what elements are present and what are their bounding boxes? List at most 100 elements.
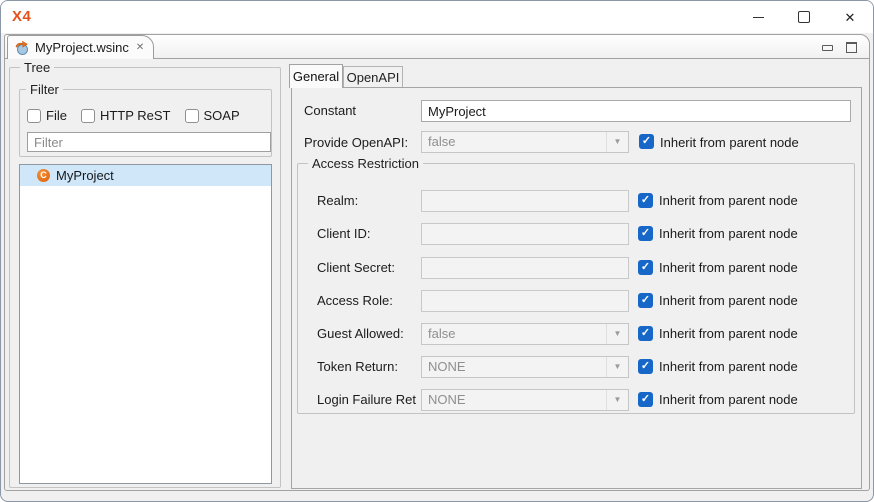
- app-logo: X4: [12, 8, 31, 25]
- app-window: X4 ✕ MyProject.wsinc: [0, 0, 874, 502]
- access-role-inherit-checkbox[interactable]: ✓: [638, 293, 653, 308]
- title-bar: X4 ✕: [1, 1, 873, 33]
- access-role-row: Access Role: ✓ Inherit from parent node: [298, 290, 854, 312]
- filter-group-label: Filter: [26, 82, 63, 97]
- filter-checkbox-file[interactable]: [27, 109, 41, 123]
- guest-allowed-inherit-label: Inherit from parent node: [659, 323, 798, 345]
- realm-inherit-checkbox[interactable]: ✓: [638, 193, 653, 208]
- view-maximize-icon: [846, 42, 857, 53]
- realm-row: Realm: ✓ Inherit from parent node: [298, 190, 854, 212]
- filter-checkbox-file-label: File: [46, 108, 67, 123]
- filter-checkbox-soap[interactable]: [185, 109, 199, 123]
- tab-close-icon[interactable]: ✕: [136, 42, 144, 53]
- close-icon: ✕: [845, 11, 856, 24]
- access-role-label: Access Role:: [317, 290, 393, 312]
- realm-input[interactable]: [421, 190, 629, 212]
- client-id-inherit-label: Inherit from parent node: [659, 223, 798, 245]
- realm-inherit-label: Inherit from parent node: [659, 190, 798, 212]
- guest-allowed-inherit-checkbox[interactable]: ✓: [638, 326, 653, 341]
- token-return-dropdown[interactable]: NONE ▼: [421, 356, 629, 378]
- filter-group: Filter File HTTP ReST SOAP: [19, 89, 272, 157]
- access-role-inherit-label: Inherit from parent node: [659, 290, 798, 312]
- dropdown-button: ▼: [606, 390, 628, 410]
- window-maximize-button[interactable]: [781, 1, 827, 33]
- project-tree: C MyProject: [19, 164, 272, 484]
- client-secret-label: Client Secret:: [317, 257, 395, 279]
- constant-label: Constant: [304, 100, 356, 122]
- editor-tab-label: MyProject.wsinc: [35, 40, 129, 55]
- tab-general-label: General: [293, 69, 339, 84]
- window-minimize-button[interactable]: [735, 1, 781, 33]
- provide-openapi-label: Provide OpenAPI:: [304, 132, 408, 154]
- general-tab-panel: Constant Provide OpenAPI: false ▼ ✓ Inhe…: [291, 87, 862, 489]
- provide-openapi-value: false: [422, 132, 606, 152]
- dropdown-button: ▼: [606, 132, 628, 152]
- check-icon: ✓: [641, 194, 650, 206]
- tab-openapi-label: OpenAPI: [347, 70, 400, 85]
- check-icon: ✓: [641, 261, 650, 273]
- filter-checkbox-row: File HTTP ReST SOAP: [27, 108, 240, 123]
- constant-input[interactable]: [421, 100, 851, 122]
- token-return-inherit-label: Inherit from parent node: [659, 356, 798, 378]
- login-failure-row: Login Failure Ret NONE ▼ ✓ Inherit from …: [298, 389, 854, 411]
- client-id-inherit-checkbox[interactable]: ✓: [638, 226, 653, 241]
- guest-allowed-row: Guest Allowed: false ▼ ✓ Inherit from pa…: [298, 323, 854, 345]
- guest-allowed-label: Guest Allowed:: [317, 323, 404, 345]
- token-return-label: Token Return:: [317, 356, 398, 378]
- client-secret-inherit-label: Inherit from parent node: [659, 257, 798, 279]
- provide-openapi-inherit-checkbox[interactable]: ✓: [639, 134, 654, 149]
- view-buttons: [822, 42, 857, 53]
- editor-tab-myproject[interactable]: MyProject.wsinc ✕: [7, 35, 154, 59]
- guest-allowed-dropdown[interactable]: false ▼: [421, 323, 629, 345]
- filter-input[interactable]: [27, 132, 271, 152]
- tab-general[interactable]: General: [289, 64, 343, 88]
- wsinc-file-icon: [14, 40, 30, 56]
- login-failure-dropdown[interactable]: NONE ▼: [421, 389, 629, 411]
- view-minimize-button[interactable]: [822, 45, 833, 51]
- access-restriction-group: Access Restriction Realm: ✓ Inherit from…: [297, 163, 855, 414]
- token-return-row: Token Return: NONE ▼ ✓ Inherit from pare…: [298, 356, 854, 378]
- realm-label: Realm:: [317, 190, 358, 212]
- constant-node-icon: C: [37, 169, 50, 182]
- provide-openapi-dropdown[interactable]: false ▼: [421, 131, 629, 153]
- token-return-inherit-checkbox[interactable]: ✓: [638, 359, 653, 374]
- client-secret-input[interactable]: [421, 257, 629, 279]
- chevron-down-icon: ▼: [614, 330, 622, 338]
- window-close-button[interactable]: ✕: [827, 1, 873, 33]
- minimize-icon: [753, 17, 764, 18]
- login-failure-inherit-label: Inherit from parent node: [659, 389, 798, 411]
- chevron-down-icon: ▼: [614, 363, 622, 371]
- chevron-down-icon: ▼: [614, 138, 622, 146]
- token-return-value: NONE: [422, 357, 606, 377]
- client-secret-row: Client Secret: ✓ Inherit from parent nod…: [298, 257, 854, 279]
- check-icon: ✓: [641, 227, 650, 239]
- check-icon: ✓: [641, 393, 650, 405]
- window-controls: ✕: [735, 1, 873, 33]
- maximize-icon: [798, 11, 810, 23]
- tab-openapi[interactable]: OpenAPI: [343, 66, 403, 87]
- editor-tab-strip: MyProject.wsinc ✕: [5, 35, 869, 59]
- filter-checkbox-soap-label: SOAP: [204, 108, 240, 123]
- dropdown-button: ▼: [606, 357, 628, 377]
- login-failure-inherit-checkbox[interactable]: ✓: [638, 392, 653, 407]
- client-secret-inherit-checkbox[interactable]: ✓: [638, 260, 653, 275]
- login-failure-label: Login Failure Ret: [317, 389, 416, 411]
- dropdown-button: ▼: [606, 324, 628, 344]
- editor-area: MyProject.wsinc ✕ Tree Filter File HTTP …: [4, 34, 870, 491]
- chevron-down-icon: ▼: [614, 396, 622, 404]
- view-maximize-button[interactable]: [846, 42, 857, 53]
- filter-checkbox-http-rest[interactable]: [81, 109, 95, 123]
- tree-item-myproject[interactable]: C MyProject: [20, 165, 271, 186]
- check-icon: ✓: [642, 135, 651, 147]
- client-id-label: Client ID:: [317, 223, 370, 245]
- guest-allowed-value: false: [422, 324, 606, 344]
- tree-group-label: Tree: [20, 60, 54, 75]
- login-failure-value: NONE: [422, 390, 606, 410]
- access-role-input[interactable]: [421, 290, 629, 312]
- tree-group: Tree Filter File HTTP ReST SOAP C MyProj…: [9, 67, 281, 488]
- access-restriction-group-label: Access Restriction: [308, 156, 423, 171]
- check-icon: ✓: [641, 327, 650, 339]
- client-id-row: Client ID: ✓ Inherit from parent node: [298, 223, 854, 245]
- client-id-input[interactable]: [421, 223, 629, 245]
- view-minimize-icon: [822, 45, 833, 51]
